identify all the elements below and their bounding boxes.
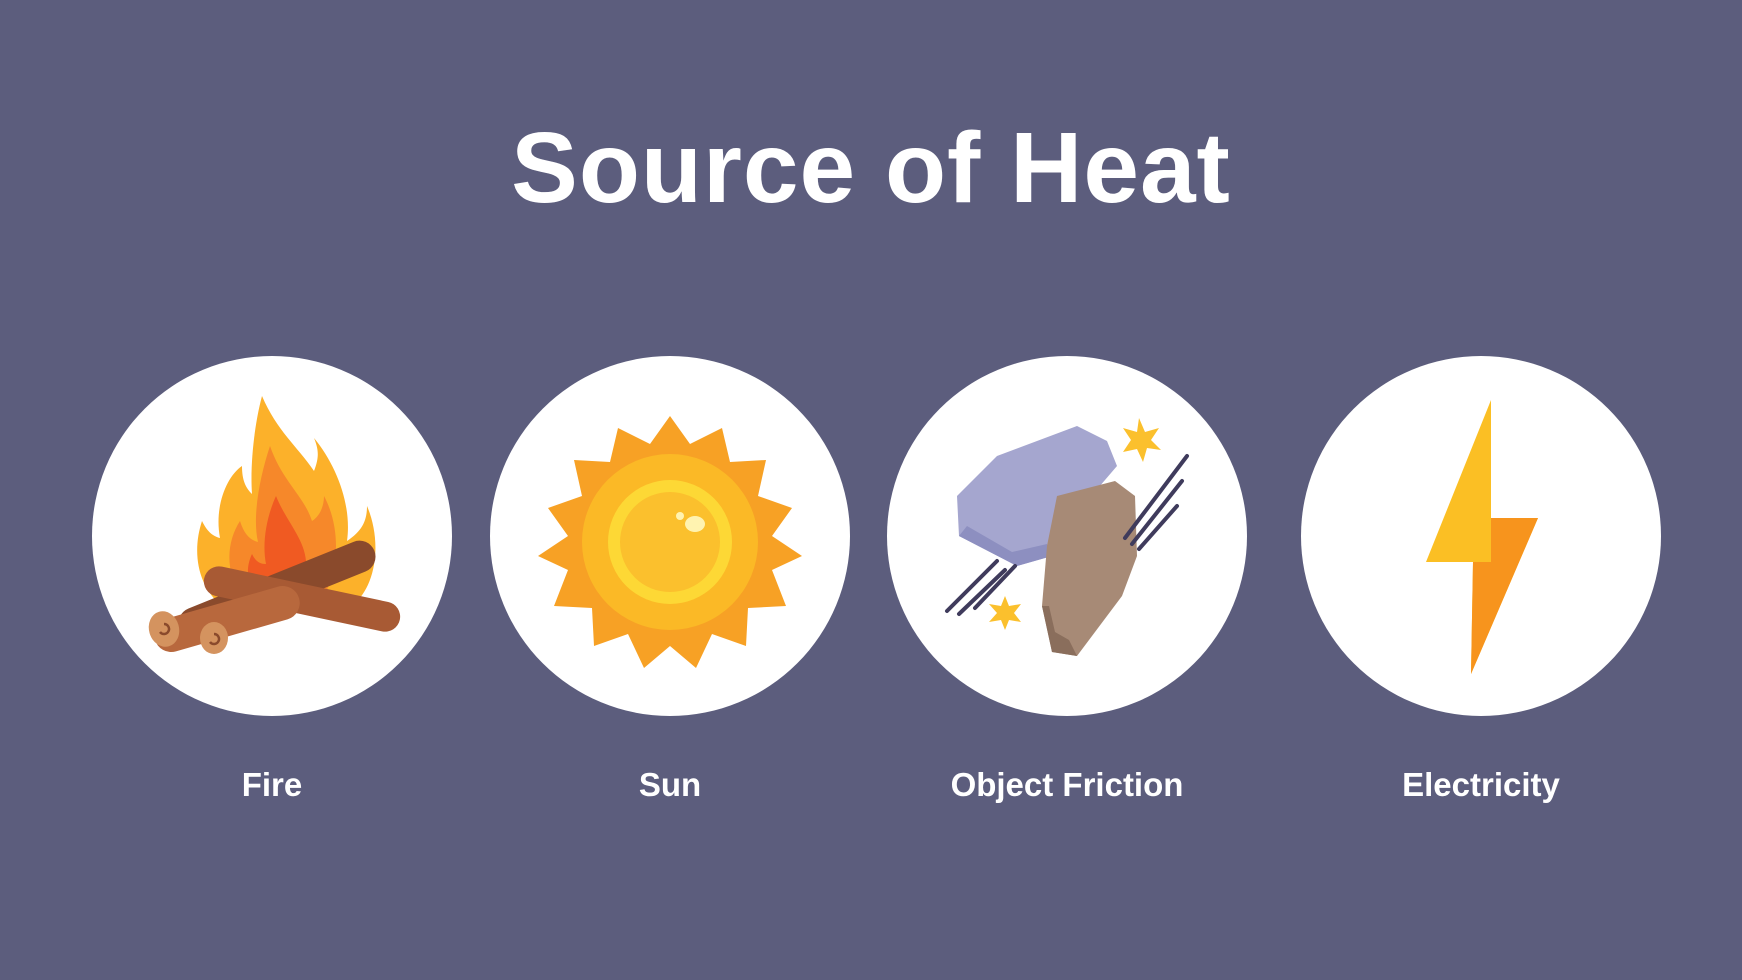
sun-label: Sun: [638, 766, 702, 803]
electricity-label: Electricity: [1402, 766, 1560, 803]
fire-card: [92, 356, 452, 716]
sun-icon: [538, 416, 802, 668]
page-title: Source of Heat: [511, 112, 1231, 224]
fire-label: Fire: [241, 766, 303, 803]
friction-card: [887, 356, 1247, 716]
campfire-icon: [148, 396, 401, 654]
rocks-friction-icon: [945, 418, 1189, 656]
sun-card: [490, 356, 850, 716]
friction-label: Object Friction: [950, 766, 1184, 803]
electricity-card: [1301, 356, 1661, 716]
lightning-bolt-icon: [1426, 400, 1538, 674]
